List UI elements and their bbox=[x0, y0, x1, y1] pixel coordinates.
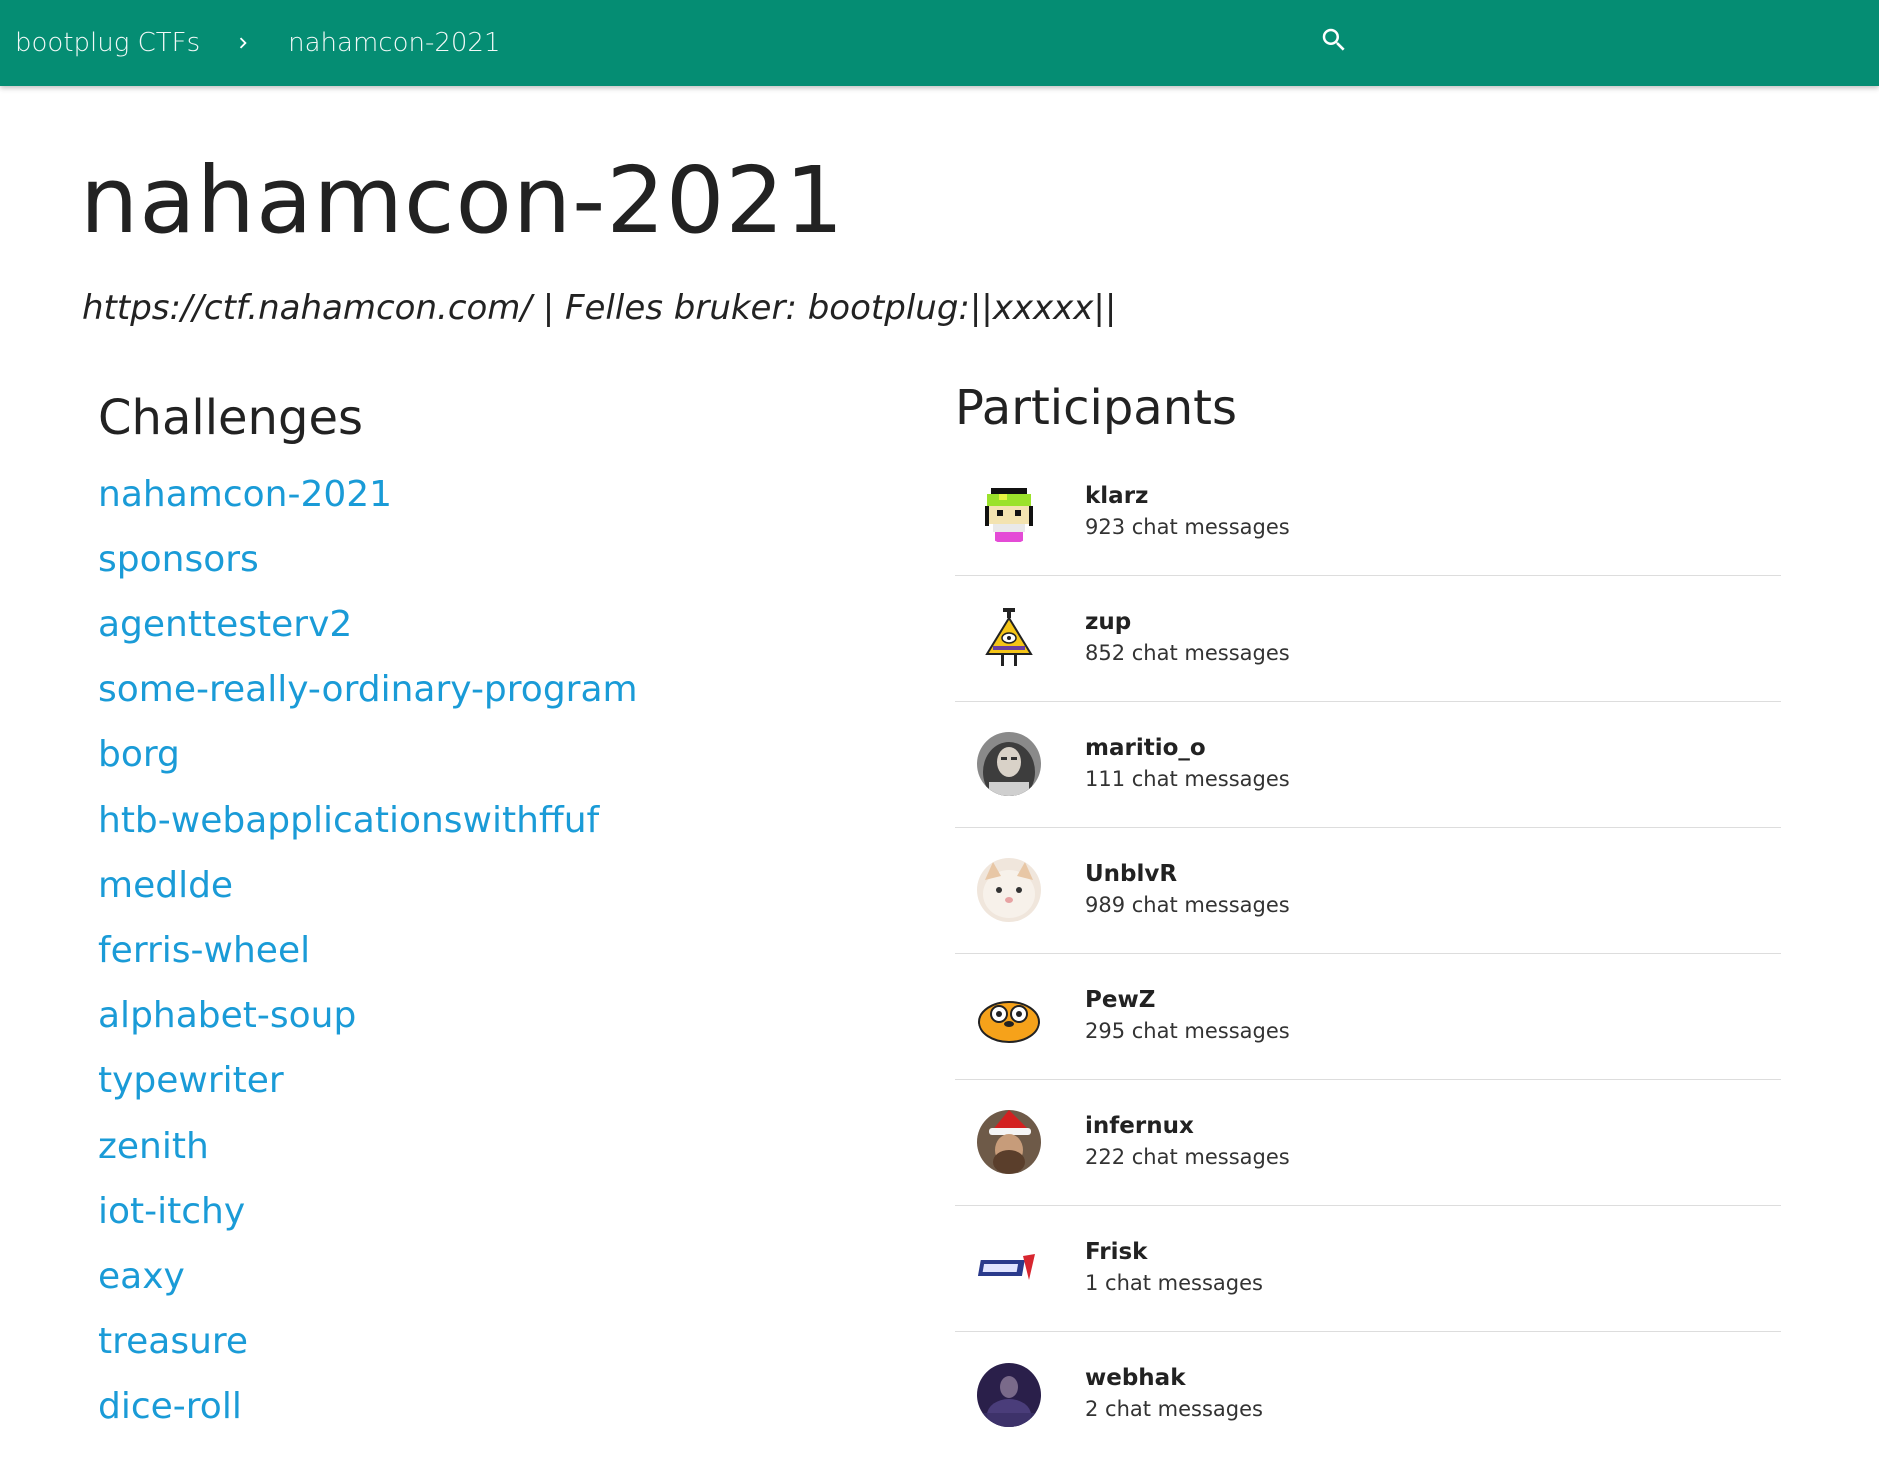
participant-message-count: 1 chat messages bbox=[1085, 1270, 1263, 1295]
participant-message-count: 989 chat messages bbox=[1085, 892, 1290, 917]
challenge-link-treasure[interactable]: treasure bbox=[98, 1321, 248, 1362]
participant-name: PewZ bbox=[1085, 986, 1156, 1013]
participant-name: Frisk bbox=[1085, 1238, 1148, 1265]
page-description: https://ctf.nahamcon.com/ | Felles bruke… bbox=[82, 288, 1117, 328]
challenge-link-agenttesterv2[interactable]: agenttesterv2 bbox=[98, 604, 352, 645]
participant-item-pewz[interactable]: PewZ 295 chat messages bbox=[955, 954, 1781, 1080]
challenge-link-ferris-wheel[interactable]: ferris-wheel bbox=[98, 930, 310, 971]
list-item: agenttesterv2 bbox=[98, 592, 858, 657]
challenge-link-borg[interactable]: borg bbox=[98, 734, 180, 775]
page-title: nahamcon-2021 bbox=[80, 147, 845, 254]
logo-avatar bbox=[977, 1236, 1041, 1301]
list-item: borg bbox=[98, 722, 858, 787]
participants-heading: Participants bbox=[955, 380, 1237, 436]
list-item: alphabet-soup bbox=[98, 983, 858, 1048]
list-item: ferris-wheel bbox=[98, 918, 858, 983]
participants-section: Participants klarz 923 chat messages zup… bbox=[955, 380, 1781, 1458]
triangle-eye-avatar bbox=[977, 606, 1041, 671]
challenge-link-typewriter[interactable]: typewriter bbox=[98, 1060, 284, 1101]
challenge-link-sponsors[interactable]: sponsors bbox=[98, 539, 259, 580]
participant-item-klarz[interactable]: klarz 923 chat messages bbox=[955, 450, 1781, 576]
challenge-link-nahamcon-2021[interactable]: nahamcon-2021 bbox=[98, 474, 392, 515]
challenges-heading: Challenges bbox=[98, 390, 363, 446]
search-button[interactable] bbox=[1314, 22, 1354, 62]
cat-avatar bbox=[977, 858, 1041, 923]
santa-hat-avatar bbox=[977, 1110, 1041, 1175]
list-item: treasure bbox=[98, 1309, 858, 1374]
participant-message-count: 111 chat messages bbox=[1085, 766, 1290, 791]
top-app-bar: bootplug CTFs nahamcon-2021 bbox=[0, 0, 1879, 86]
challenge-list: nahamcon-2021 sponsors agenttesterv2 som… bbox=[98, 462, 858, 1440]
participant-item-webhak[interactable]: webhak 2 chat messages bbox=[955, 1332, 1781, 1458]
challenge-link-some-really-ordinary-program[interactable]: some-really-ordinary-program bbox=[98, 669, 638, 710]
challenge-link-medlde[interactable]: medlde bbox=[98, 865, 233, 906]
participant-message-count: 2 chat messages bbox=[1085, 1397, 1263, 1422]
participant-name: klarz bbox=[1085, 482, 1149, 509]
participant-message-count: 295 chat messages bbox=[1085, 1018, 1290, 1043]
search-icon bbox=[1319, 25, 1349, 59]
participant-item-unblvr[interactable]: UnblvR 989 chat messages bbox=[955, 828, 1781, 954]
breadcrumb-current[interactable]: nahamcon-2021 bbox=[288, 28, 500, 58]
participant-name: UnblvR bbox=[1085, 860, 1178, 887]
breadcrumb-home[interactable]: bootplug CTFs bbox=[15, 28, 200, 58]
cartoon-dog-avatar bbox=[977, 984, 1041, 1049]
challenge-link-dice-roll[interactable]: dice-roll bbox=[98, 1386, 242, 1427]
list-item: nahamcon-2021 bbox=[98, 462, 858, 527]
participant-name: zup bbox=[1085, 608, 1132, 635]
challenge-link-zenith[interactable]: zenith bbox=[98, 1126, 209, 1167]
list-item: iot-itchy bbox=[98, 1179, 858, 1244]
list-item: zenith bbox=[98, 1113, 858, 1178]
list-item: medlde bbox=[98, 853, 858, 918]
participant-item-frisk[interactable]: Frisk 1 chat messages bbox=[955, 1206, 1781, 1332]
list-item: some-really-ordinary-program bbox=[98, 657, 858, 722]
photo-avatar bbox=[977, 732, 1041, 797]
participant-list: klarz 923 chat messages zup 852 chat mes… bbox=[955, 450, 1781, 1458]
challenge-link-htb-webapplicationswithffuf[interactable]: htb-webapplicationswithffuf bbox=[98, 800, 599, 841]
list-item: dice-roll bbox=[98, 1374, 858, 1439]
list-item: typewriter bbox=[98, 1048, 858, 1113]
challenges-section: Challenges nahamcon-2021 sponsors agentt… bbox=[98, 390, 858, 1439]
participant-name: infernux bbox=[1085, 1112, 1194, 1139]
participant-message-count: 923 chat messages bbox=[1085, 514, 1290, 539]
participant-item-infernux[interactable]: infernux 222 chat messages bbox=[955, 1080, 1781, 1206]
challenge-link-eaxy[interactable]: eaxy bbox=[98, 1256, 185, 1297]
participant-name: webhak bbox=[1085, 1365, 1186, 1392]
challenge-link-iot-itchy[interactable]: iot-itchy bbox=[98, 1191, 245, 1232]
chevron-right-icon bbox=[222, 23, 264, 63]
list-item: sponsors bbox=[98, 527, 858, 592]
participant-name: maritio_o bbox=[1085, 734, 1206, 761]
challenge-link-alphabet-soup[interactable]: alphabet-soup bbox=[98, 995, 356, 1036]
pixel-character-avatar bbox=[977, 480, 1041, 545]
dark-photo-avatar bbox=[977, 1362, 1041, 1427]
list-item: eaxy bbox=[98, 1244, 858, 1309]
participant-message-count: 222 chat messages bbox=[1085, 1144, 1290, 1169]
participant-item-zup[interactable]: zup 852 chat messages bbox=[955, 576, 1781, 702]
participant-message-count: 852 chat messages bbox=[1085, 640, 1290, 665]
list-item: htb-webapplicationswithffuf bbox=[98, 788, 858, 853]
participant-item-maritio_o[interactable]: maritio_o 111 chat messages bbox=[955, 702, 1781, 828]
